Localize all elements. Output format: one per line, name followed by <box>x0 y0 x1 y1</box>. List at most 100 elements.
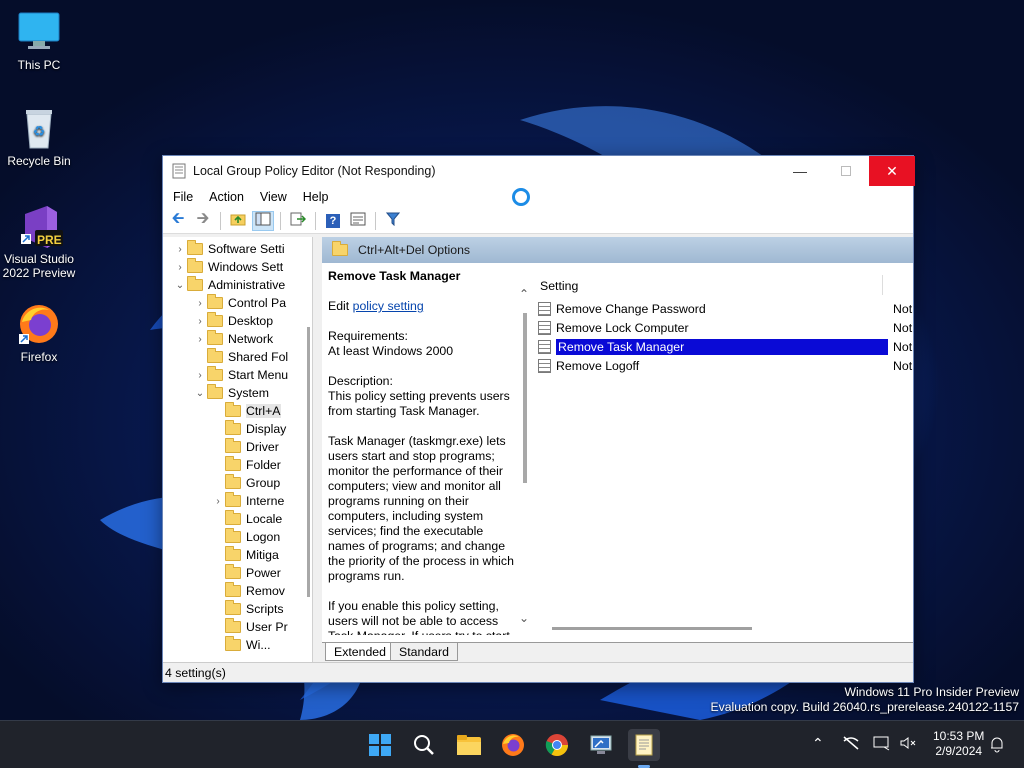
tree-item[interactable]: Scripts <box>211 600 284 618</box>
desktop-icon-this-pc[interactable]: This PC <box>1 10 77 72</box>
search-button[interactable] <box>408 729 440 761</box>
menu-view[interactable]: View <box>252 190 295 204</box>
notepad-taskbar-button[interactable] <box>628 729 660 761</box>
tree-item[interactable]: › Interne <box>211 492 284 510</box>
export-list-button[interactable] <box>287 211 309 231</box>
title-bar[interactable]: Local Group Policy Editor (Not Respondin… <box>163 156 915 186</box>
expand-chevron-icon[interactable]: › <box>193 316 207 327</box>
toolbar-separator <box>315 211 316 230</box>
expand-chevron-icon[interactable]: › <box>193 298 207 309</box>
list-item[interactable]: Remove Change Password Not <box>538 299 913 318</box>
network-icon[interactable] <box>842 735 860 754</box>
tree-item[interactable]: › Desktop <box>193 312 273 330</box>
tree-item-label: Ctrl+A <box>246 404 281 418</box>
forward-button[interactable]: 🡲 <box>192 210 214 231</box>
chrome-taskbar-button[interactable] <box>541 729 573 761</box>
start-button[interactable] <box>364 729 396 761</box>
up-one-level-button[interactable] <box>227 211 249 231</box>
notifications-bell-icon[interactable] <box>989 735 1005 756</box>
desktop-icon-firefox[interactable]: Firefox <box>1 302 77 364</box>
tree-item-label: Logon <box>246 530 281 544</box>
tree-item[interactable]: Folder <box>211 456 281 474</box>
desktop-icon-label: Firefox <box>20 350 58 364</box>
description-label: Description: <box>328 374 393 388</box>
display-icon[interactable] <box>873 735 891 754</box>
file-explorer-button[interactable] <box>453 729 485 761</box>
desktop-icon-visual-studio[interactable]: PRE Visual Studio 2022 Preview <box>1 204 77 280</box>
help-button[interactable]: ? <box>322 211 344 231</box>
collapse-chevron-icon[interactable]: ⌄ <box>173 280 187 291</box>
setting-name: Remove Logoff <box>556 358 640 373</box>
tree-item-label: Shared Fol <box>228 350 289 364</box>
firefox-icon <box>17 302 61 346</box>
watermark-line-2: Evaluation copy. Build 26040.rs_prerelea… <box>710 700 1019 714</box>
expand-chevron-icon[interactable]: › <box>211 496 225 507</box>
tree-item[interactable]: Shared Fol <box>193 348 288 366</box>
folder-icon <box>207 330 223 345</box>
firefox-taskbar-button[interactable] <box>497 729 529 761</box>
horizontal-scrollbar[interactable] <box>552 627 752 630</box>
close-button[interactable]: ✕ <box>869 156 915 186</box>
clock[interactable]: 10:53 PM 2/9/2024 <box>933 729 984 759</box>
menu-file[interactable]: File <box>165 190 201 204</box>
tree-item[interactable]: Wi... <box>211 636 271 654</box>
show-hidden-icons-button[interactable]: ⌃ <box>812 735 824 752</box>
tree-item[interactable]: ⌄ System <box>193 384 269 402</box>
show-hide-tree-button[interactable] <box>252 210 274 231</box>
tab-extended[interactable]: Extended <box>325 643 395 661</box>
search-icon <box>414 735 434 755</box>
column-header-setting[interactable]: Setting <box>536 263 913 297</box>
file-explorer-icon <box>457 735 481 755</box>
scroll-up-icon[interactable]: ⌃ <box>519 287 529 301</box>
scroll-down-icon[interactable]: ⌄ <box>519 611 529 625</box>
tree-item[interactable]: Driver <box>211 438 279 456</box>
tree-item-label: Network <box>228 332 274 346</box>
list-item[interactable]: Remove Logoff Not <box>538 356 913 375</box>
back-button[interactable]: 🡰 <box>167 210 189 231</box>
filter-button[interactable] <box>382 211 404 231</box>
expand-chevron-icon[interactable]: › <box>193 370 207 381</box>
tree-item[interactable]: › Start Menu <box>193 366 288 384</box>
tree-scrollbar[interactable] <box>307 327 310 597</box>
tree-item[interactable]: User Pr <box>211 618 288 636</box>
scroll-thumb[interactable] <box>523 313 527 483</box>
collapse-chevron-icon[interactable]: ⌄ <box>193 388 207 399</box>
tree-item[interactable]: ⌄ Administrative <box>173 276 285 294</box>
back-arrow-icon: 🡰 <box>171 210 185 227</box>
tree-item[interactable]: Logon <box>211 528 280 546</box>
console-tree[interactable]: › Software Setti › Windows Sett ⌄ Administrat… <box>163 237 313 662</box>
start-icon <box>369 734 391 756</box>
list-item[interactable]: Remove Lock Computer Not <box>538 318 913 337</box>
properties-button[interactable] <box>347 211 369 231</box>
tree-item[interactable]: Ctrl+A <box>211 402 281 420</box>
remote-desktop-taskbar-button[interactable] <box>585 729 617 761</box>
group-policy-editor-window[interactable]: Local Group Policy Editor (Not Respondin… <box>162 155 915 683</box>
tree-item[interactable]: Power <box>211 564 281 582</box>
tree-item[interactable]: › Control Pa <box>193 294 286 312</box>
tree-item[interactable]: › Software Setti <box>173 240 285 258</box>
tab-standard[interactable]: Standard <box>390 643 458 661</box>
window-title: Local Group Policy Editor (Not Respondin… <box>193 164 436 178</box>
menu-help[interactable]: Help <box>295 190 337 204</box>
tree-item[interactable]: Group <box>211 474 280 492</box>
tree-item[interactable]: › Network <box>193 330 273 348</box>
menu-action[interactable]: Action <box>201 190 252 204</box>
tree-item[interactable]: Mitiga <box>211 546 279 564</box>
minimize-button[interactable]: — <box>777 156 823 186</box>
menu-bar: File Action View Help <box>163 186 913 208</box>
tree-item[interactable]: Locale <box>211 510 282 528</box>
maximize-button[interactable] <box>823 156 869 186</box>
policy-setting-link[interactable]: policy setting <box>353 299 424 313</box>
expand-chevron-icon[interactable]: › <box>193 334 207 345</box>
list-item-selected[interactable]: Remove Task Manager Not <box>538 337 913 356</box>
tree-item[interactable]: Remov <box>211 582 285 600</box>
toolbar-separator <box>375 211 376 230</box>
expand-chevron-icon[interactable]: › <box>173 244 187 255</box>
tree-item[interactable]: Display <box>211 420 286 438</box>
volume-muted-icon[interactable] <box>899 735 917 754</box>
desktop-icon-recycle-bin[interactable]: ♻ Recycle Bin <box>1 106 77 168</box>
expand-chevron-icon[interactable]: › <box>173 262 187 273</box>
toolbar-separator <box>280 211 281 230</box>
description-scrollbar[interactable]: ⌃ ⌄ <box>518 287 532 635</box>
tree-item[interactable]: › Windows Sett <box>173 258 283 276</box>
